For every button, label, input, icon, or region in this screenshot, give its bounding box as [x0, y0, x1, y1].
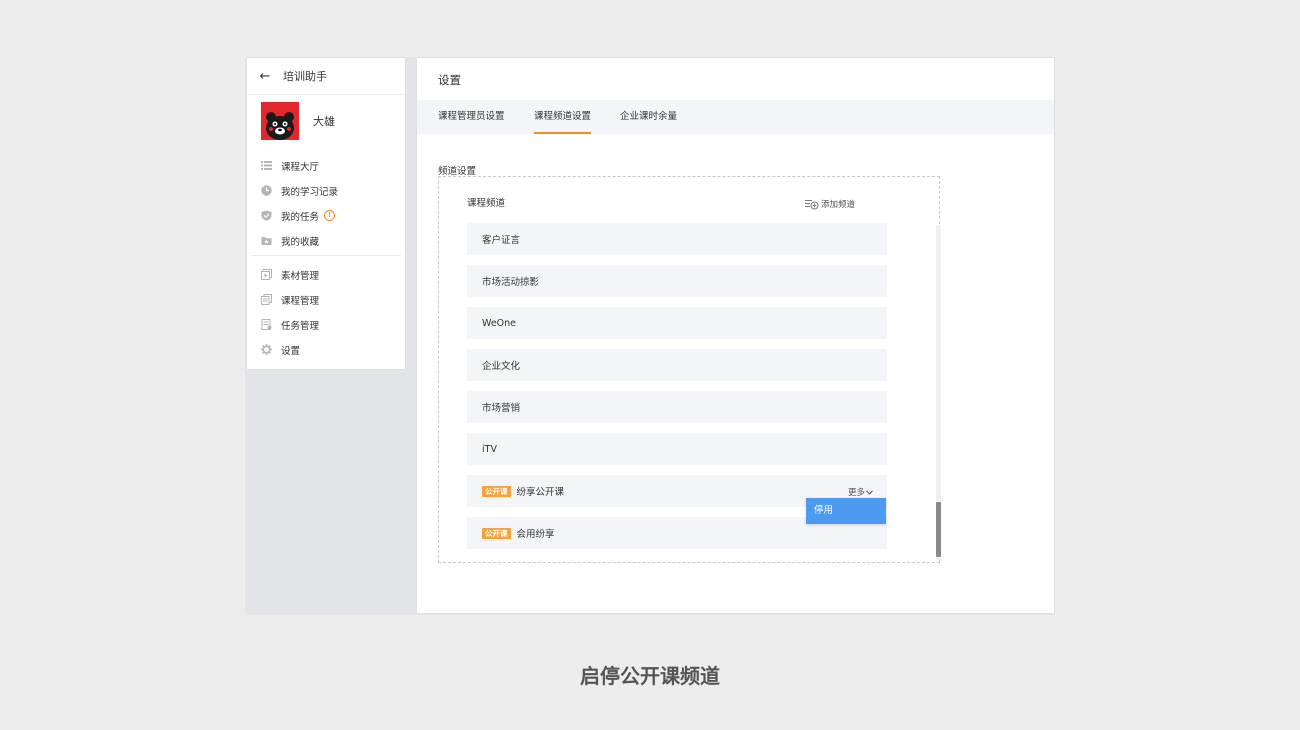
channel-item[interactable]: iTV [467, 433, 887, 465]
channel-name: 企业文化 [482, 361, 521, 372]
public-course-tag: 公开课 [482, 527, 511, 539]
add-channel-label: 添加频道 [821, 200, 856, 210]
user-profile: 大雄 [247, 95, 405, 147]
sidebar-item-label: 我的任务 [281, 211, 320, 223]
page-title: 设置 [438, 73, 461, 87]
channel-item[interactable]: 企业文化 [467, 349, 887, 381]
channel-name: WeOne [482, 317, 517, 329]
slide-caption: 启停公开课频道 [580, 664, 720, 688]
channel-item[interactable]: 客户证言 [467, 223, 887, 255]
sidebar-item-label: 我的收藏 [281, 236, 320, 248]
sidebar-item-task-manage[interactable]: 任务管理 [251, 312, 401, 337]
channel-name: 市场营销 [482, 403, 521, 414]
channel-item[interactable]: WeOne [467, 307, 887, 339]
list-icon [261, 160, 272, 171]
sidebar-item-label: 课程管理 [281, 295, 320, 307]
channel-name: 市场活动掠影 [482, 277, 540, 288]
add-list-icon [805, 199, 819, 209]
tab-course-hours[interactable]: 企业课时余量 [620, 100, 677, 134]
channel-name: 客户证言 [482, 235, 521, 246]
sidebar-item-label: 任务管理 [281, 320, 320, 332]
main-panel: 设置 课程管理员设置 课程频道设置 企业课时余量 频道设置 课程频道 添加频道 … [417, 58, 1054, 613]
folder-icon [261, 235, 272, 246]
tab-bar: 课程管理员设置 课程频道设置 企业课时余量 [417, 100, 1054, 134]
media-icon [261, 269, 272, 280]
more-dropdown-button[interactable]: 更多 [848, 486, 873, 498]
public-course-tag: 公开课 [482, 485, 511, 497]
copy-icon [261, 294, 272, 305]
sidebar-item-course-hall[interactable]: 课程大厅 [247, 153, 405, 178]
user-name: 大雄 [313, 115, 335, 128]
channel-name: iTV [482, 443, 497, 455]
gear-icon [261, 344, 272, 355]
sidebar-item-favorites[interactable]: 我的收藏 [247, 228, 405, 253]
scrollbar-thumb[interactable] [936, 502, 941, 557]
sidebar-item-label: 我的学习记录 [281, 186, 339, 198]
sidebar-header: ← 培训助手 [247, 58, 405, 95]
sidebar-item-label: 设置 [281, 345, 301, 357]
channel-name: 纷享公开课 [516, 487, 565, 498]
list-header: 课程频道 [467, 198, 506, 209]
back-arrow-icon[interactable]: ← [247, 69, 283, 84]
sidebar: ← 培训助手 大雄 课程大厅 我的学习记录 我的任务 ! 我的收藏 素材管理 课… [247, 58, 405, 369]
channel-item[interactable]: 市场营销 [467, 391, 887, 423]
sidebar-item-settings[interactable]: 设置 [251, 337, 401, 362]
app-name: 培训助手 [283, 70, 327, 83]
channel-item[interactable]: 市场活动掠影 [467, 265, 887, 297]
sidebar-item-course-manage[interactable]: 课程管理 [251, 287, 401, 312]
menu-admin: 素材管理 课程管理 任务管理 设置 [251, 255, 401, 364]
channel-name: 会用纷享 [516, 529, 555, 540]
tab-course-channel[interactable]: 课程频道设置 [534, 100, 592, 134]
alert-badge-icon: ! [324, 210, 336, 221]
bear-avatar-icon [261, 102, 299, 140]
dropdown-disable-item[interactable]: 停用 [806, 498, 886, 524]
section-label: 频道设置 [438, 166, 477, 177]
shield-icon [261, 210, 272, 221]
clock-icon [261, 185, 272, 196]
sidebar-item-learning-record[interactable]: 我的学习记录 [247, 178, 405, 203]
chevron-down-icon [866, 490, 873, 495]
sidebar-item-my-tasks[interactable]: 我的任务 ! [247, 203, 405, 228]
menu-primary: 课程大厅 我的学习记录 我的任务 ! 我的收藏 [247, 147, 405, 255]
sidebar-item-label: 课程大厅 [281, 161, 320, 173]
avatar[interactable] [261, 102, 299, 140]
more-label: 更多 [847, 488, 865, 498]
add-channel-button[interactable]: 添加频道 [805, 198, 855, 210]
doc-icon [261, 319, 272, 330]
channel-settings-box: 课程频道 添加频道 客户证言 市场活动掠影 WeOne 企业文化 市场营销 iT… [438, 176, 941, 563]
tab-course-admin[interactable]: 课程管理员设置 [438, 100, 505, 134]
sidebar-item-materials[interactable]: 素材管理 [251, 262, 401, 287]
sidebar-item-label: 素材管理 [281, 270, 320, 282]
